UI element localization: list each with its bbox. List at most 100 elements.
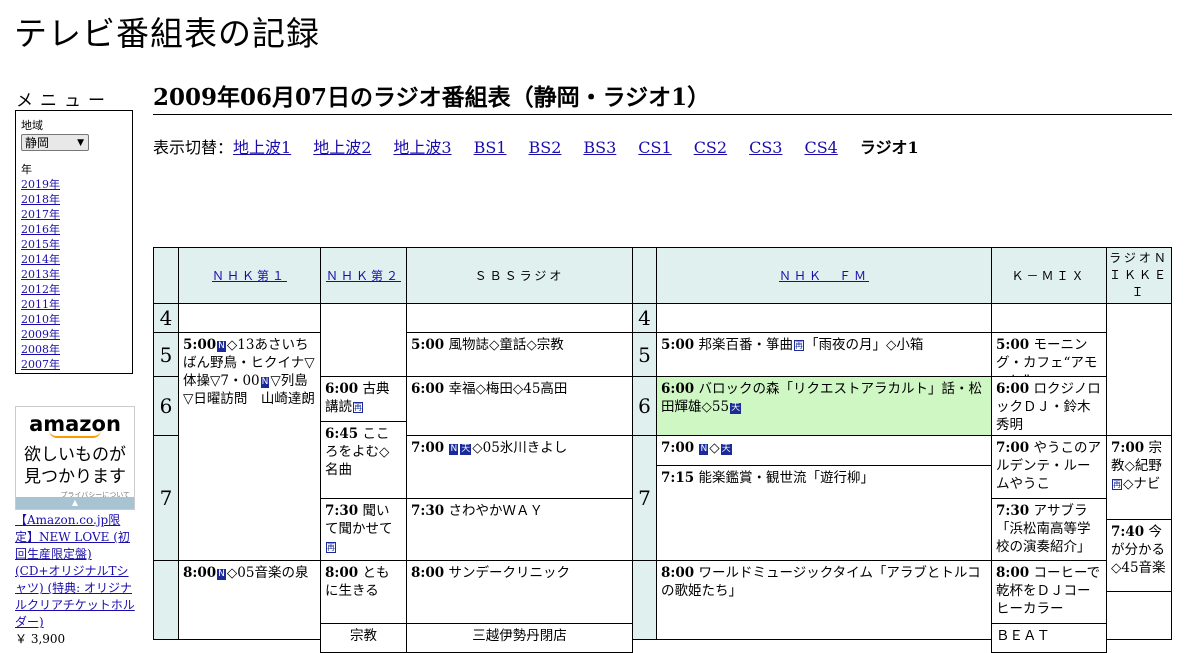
program-cell[interactable]: 8:00 サンデークリニック [406, 560, 633, 624]
year-link[interactable]: 2012年 [21, 282, 127, 297]
program-cell[interactable]: 7:30 さわやかＷＡＹ [406, 498, 633, 561]
year-link[interactable]: 2018年 [21, 192, 127, 207]
switch-link[interactable]: 地上波2 [313, 138, 371, 157]
program-cell[interactable]: 7:00 やうこのアルデンテ・ルームやうこ [991, 435, 1107, 499]
hour-cell: 5 [632, 332, 657, 377]
program-cell[interactable]: 7:30 聞いて聞かせて再 [320, 498, 407, 561]
year-link[interactable]: 2017年 [21, 207, 127, 222]
program-cell[interactable]: 7:15 能楽鑑賞・観世流「遊行柳」 [656, 465, 992, 561]
region-label: 地域 [21, 119, 43, 132]
switch-link[interactable]: 地上波1 [233, 138, 291, 157]
program-cell[interactable]: 5:00 邦楽百番・箏曲再「雨夜の月」◇小箱 [656, 332, 992, 377]
switch-link[interactable]: BS1 [474, 138, 507, 157]
switch-link[interactable]: CS1 [638, 138, 671, 157]
empty-slot [991, 303, 1107, 333]
news-icon: N [449, 444, 459, 455]
program-title: 邦楽百番・箏曲 [698, 337, 793, 353]
empty-slot [1106, 303, 1172, 436]
product-link[interactable]: 【Amazon.co.jp限定】NEW LOVE (初回生産限定盤) (CD+オ… [15, 513, 135, 629]
channel-link[interactable]: ＮＨＫ ＦＭ [779, 267, 869, 285]
rebroadcast-icon: 再 [793, 340, 804, 351]
program-cell[interactable]: 8:00 ともに生きる [320, 560, 407, 624]
year-link[interactable]: 2013年 [21, 267, 127, 282]
year-link[interactable]: 2014年 [21, 252, 127, 267]
program-cell[interactable]: 6:00 古典講読再 [320, 376, 407, 422]
switch-link[interactable]: CS2 [694, 138, 727, 157]
program-time: 8:00 [996, 565, 1030, 581]
program-cell[interactable]: ＢＥＡＴ [991, 623, 1107, 653]
program-time: 6:00 [661, 381, 695, 397]
program-cell[interactable]: 6:00 ロクジノロックＤＪ・鈴木秀明 [991, 376, 1107, 436]
channel-header[interactable]: ＮＨＫ ＦＭ [656, 247, 992, 304]
year-link[interactable]: 2015年 [21, 237, 127, 252]
program-cell[interactable]: 8:00 N ◇05音楽の泉 [178, 560, 321, 640]
chevron-down-icon: ▼ [77, 138, 84, 148]
program-title: 風物誌◇童話◇宗教 [448, 337, 564, 353]
program-cell[interactable]: 7:00 N 天 ◇05氷川きよし [406, 435, 633, 499]
news-icon: N [699, 444, 709, 455]
channel-link[interactable]: ＮＨＫ第１ [212, 267, 287, 285]
program-cell-highlighted[interactable]: 6:00 バロックの森「リクエストアラカルト」話・松田輝雄◇55 天 [656, 376, 992, 436]
program-cell[interactable]: 8:00 ワールドミュージックタイム「アラブとトルコの歌姫たち」 [656, 560, 992, 640]
program-time: 7:00 [661, 440, 695, 456]
program-title: ◇ナビ [1123, 476, 1161, 492]
program-time: 6:00 [325, 381, 359, 397]
program-cell[interactable]: 7:00 N ◇ 天 [656, 435, 992, 466]
hour-cell: 5 [153, 332, 179, 377]
year-link[interactable]: 2011年 [21, 297, 127, 312]
hour-cell: 6 [153, 376, 179, 436]
program-title: 幸福◇梅田◇45高田 [448, 381, 568, 397]
switch-link[interactable]: CS4 [804, 138, 837, 157]
program-time: 6:00 [996, 381, 1030, 397]
channel-header[interactable]: ＮＨＫ第１ [178, 247, 321, 304]
year-link[interactable]: 2016年 [21, 222, 127, 237]
empty-slot [178, 303, 321, 333]
year-link[interactable]: 2008年 [21, 342, 127, 357]
program-cell[interactable]: 5:00 モーニング・カフェ“アモーレ” [991, 332, 1107, 377]
year-link[interactable]: 2007年 [21, 357, 127, 372]
year-link[interactable]: 2019年 [21, 177, 127, 192]
amazon-ad-banner[interactable]: amazon 欲しいものが 見つかります プライバシーについて ▲ [15, 406, 135, 510]
switch-link[interactable]: CS3 [749, 138, 782, 157]
ad-message-line: 欲しいものが [24, 445, 126, 465]
channel-header: ＳＢＳラジオ [406, 247, 633, 304]
channel-header: ラジオＮＩＫＫＥＩ [1106, 247, 1172, 304]
ad-scroll-bar[interactable]: ▲ [16, 497, 134, 509]
year-link[interactable]: 2010年 [21, 312, 127, 327]
channel-link[interactable]: ＮＨＫ第２ [326, 267, 401, 285]
program-cell[interactable]: 6:45 こころをよむ◇名曲 [320, 421, 407, 499]
program-cell[interactable]: 8:00 コーヒーで乾杯をＤＪコーヒーカラー [991, 560, 1107, 624]
switch-link[interactable]: BS3 [583, 138, 616, 157]
channel-header: Ｋ－ＭＩＸ [991, 247, 1107, 304]
program-title: さわやかＷＡＹ [448, 503, 543, 519]
program-title: 三越伊勢丹閉店 [472, 628, 567, 644]
program-cell[interactable]: 5:00 N ◇13あさいちばん野鳥・ヒクイナ▽体操▽7・00 N ▽列島▽日曜訪問 山… [178, 332, 321, 561]
region-select[interactable]: 静岡 ▼ [21, 134, 89, 151]
rebroadcast-icon: 再 [353, 402, 363, 413]
program-time: 8:00 [183, 565, 217, 581]
program-time: 7:40 [1111, 524, 1145, 540]
region-select-value: 静岡 [25, 136, 50, 150]
ad-message: 欲しいものが 見つかります [16, 444, 134, 488]
switch-link[interactable]: 地上波3 [393, 138, 451, 157]
hour-cell: 7 [632, 435, 657, 561]
program-cell[interactable]: 7:40 今が分かる◇45音楽 [1106, 519, 1172, 592]
program-cell[interactable]: 7:30 アサブラ「浜松南高等学校の演奏紹介」 [991, 498, 1107, 561]
program-cell[interactable]: 宗教 [320, 623, 407, 653]
program-time: 5:00 [996, 337, 1030, 353]
program-title: ◇ [709, 440, 720, 456]
program-time: 8:00 [411, 565, 445, 581]
corner-cell [153, 247, 179, 304]
empty-slot [1106, 591, 1172, 640]
program-cell[interactable]: 6:00 幸福◇梅田◇45高田 [406, 376, 633, 436]
program-cell[interactable]: 7:00 宗教◇紀野再 ◇ナビ [1106, 435, 1172, 520]
switch-link[interactable]: BS2 [528, 138, 561, 157]
hour-cell: 7 [153, 435, 179, 561]
program-cell[interactable]: 5:00 風物誌◇童話◇宗教 [406, 332, 633, 377]
program-time: 7:30 [411, 503, 445, 519]
hour-cell: 4 [632, 303, 657, 333]
news-icon: N [260, 377, 270, 388]
year-link[interactable]: 2009年 [21, 327, 127, 342]
program-cell[interactable]: 三越伊勢丹閉店 [406, 623, 633, 653]
channel-header[interactable]: ＮＨＫ第２ [320, 247, 407, 304]
